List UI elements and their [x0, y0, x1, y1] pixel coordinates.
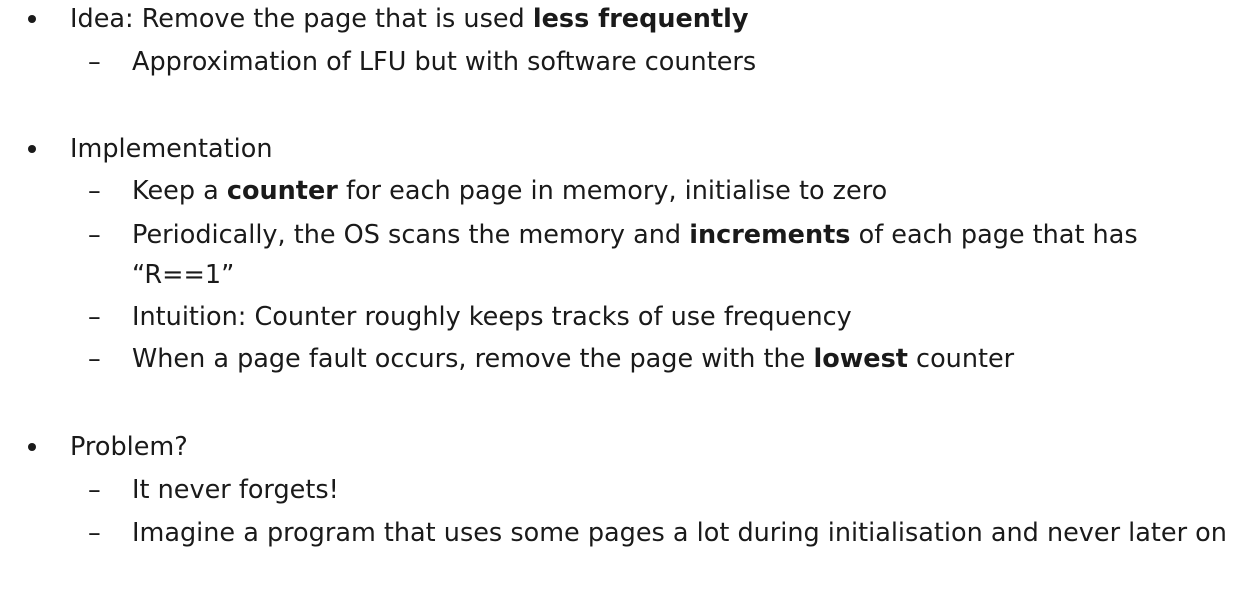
dash-icon: –	[88, 220, 101, 250]
dash-icon: –	[88, 176, 101, 206]
bullet-dot-icon	[28, 145, 36, 153]
bullet-text: Idea: Remove the page that is used less …	[70, 4, 749, 34]
bullet-dot-icon	[28, 443, 36, 451]
dash-icon: –	[88, 302, 101, 332]
bullet-text: Implementation	[70, 134, 273, 164]
sub-bullet-text: Keep a counter for each page in memory, …	[132, 176, 888, 206]
bullet-text: Problem?	[70, 432, 188, 462]
sub-bullet-text: Imagine a program that uses some pages a…	[132, 518, 1227, 548]
slide: Idea: Remove the page that is used less …	[0, 0, 1260, 598]
sub-bullet-text: Intuition: Counter roughly keeps tracks …	[132, 302, 852, 332]
sub-bullet-text: Periodically, the OS scans the memory an…	[132, 220, 1138, 290]
sub-bullet-text: Approximation of LFU but with software c…	[132, 47, 757, 77]
dash-icon: –	[88, 518, 101, 548]
dash-icon: –	[88, 475, 101, 505]
sub-bullet-text: When a page fault occurs, remove the pag…	[132, 344, 1015, 374]
dash-icon: –	[88, 47, 101, 77]
dash-icon: –	[88, 344, 101, 374]
bullet-dot-icon	[28, 15, 36, 23]
sub-bullet-text: It never forgets!	[132, 475, 339, 505]
